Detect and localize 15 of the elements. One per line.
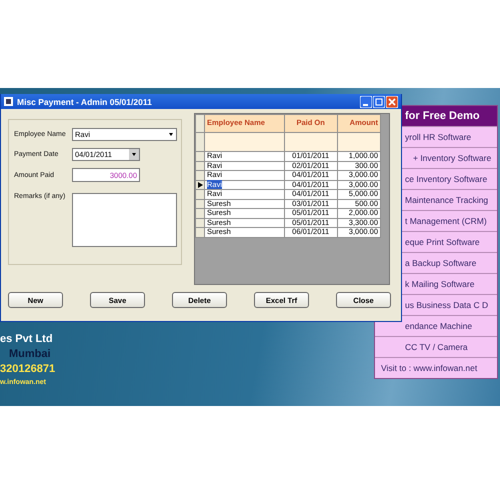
maximize-icon[interactable] xyxy=(373,96,385,108)
company-name: es Pvt Ltd xyxy=(0,333,53,346)
table-cell xyxy=(284,132,338,152)
current-row-icon xyxy=(198,182,202,188)
table-cell xyxy=(337,132,380,152)
promo-item: CC TV / Camera xyxy=(375,336,497,357)
company-city: Mumbai xyxy=(8,348,51,361)
minimize-icon[interactable] xyxy=(360,96,372,108)
close-icon[interactable] xyxy=(386,96,398,108)
app-icon xyxy=(4,97,13,106)
promo-link[interactable]: Visit to : www.infowan.net xyxy=(375,357,497,378)
remarks-field[interactable] xyxy=(72,193,177,247)
window-title: Misc Payment - Admin 05/01/2011 xyxy=(17,96,152,106)
company-phone: 320126871 xyxy=(0,363,56,376)
grid-corner xyxy=(196,114,204,132)
